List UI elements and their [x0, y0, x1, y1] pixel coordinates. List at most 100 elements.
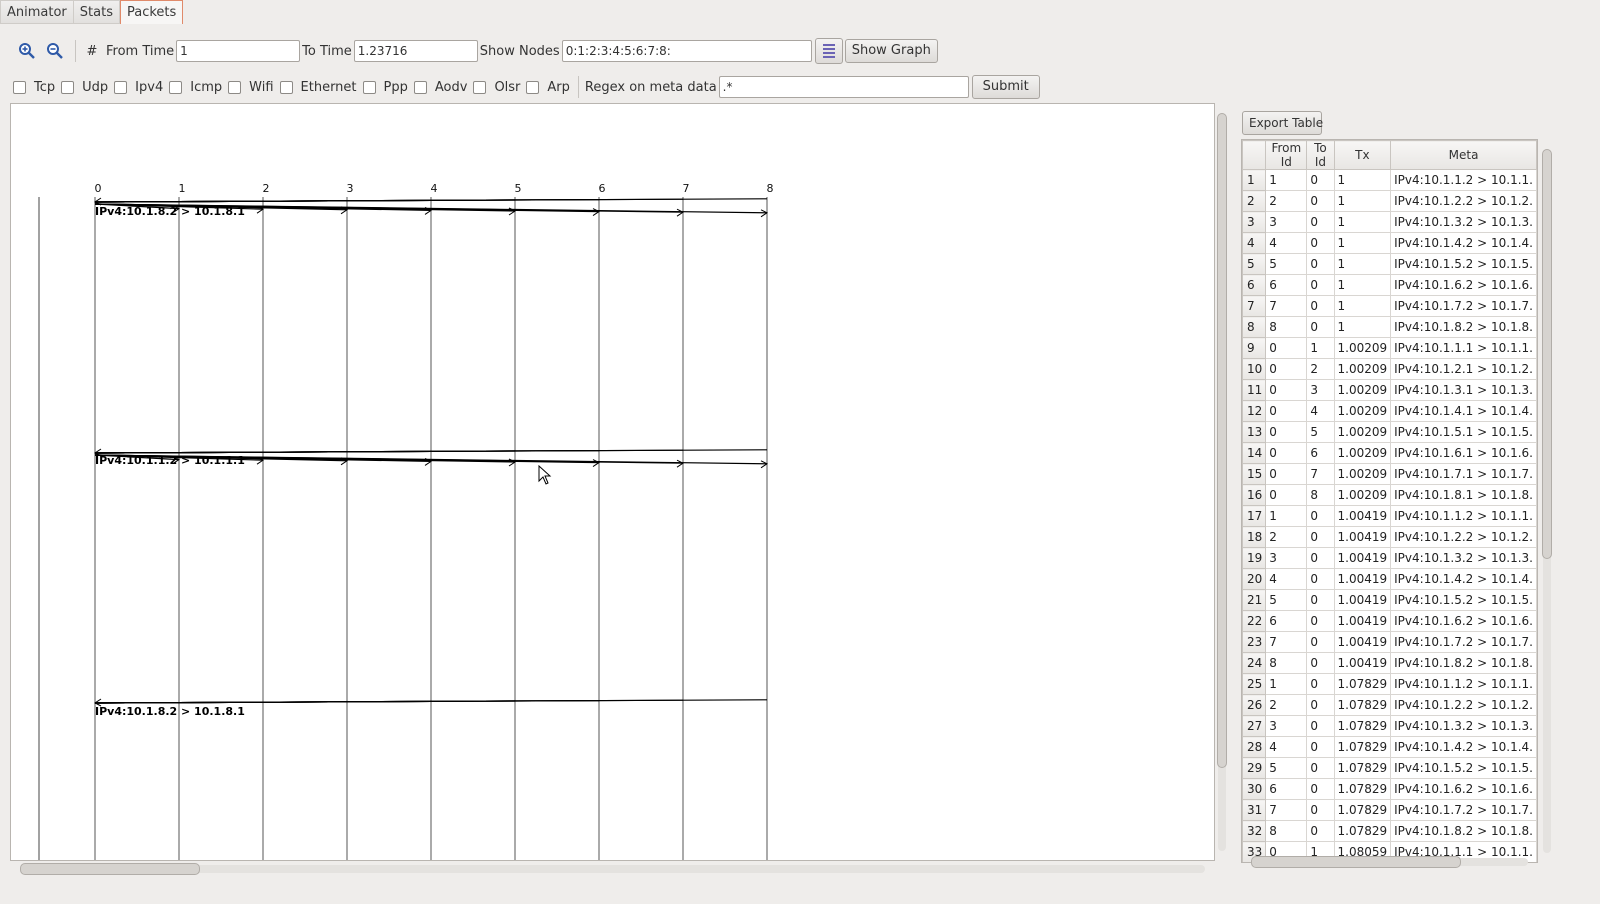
cell-tx[interactable]: 1: [1333, 316, 1392, 338]
table-row[interactable]: 11 0 3 1.00209 IPv4:10.1.3.1 > 10.1.3.: [1242, 379, 1537, 401]
cell-tx[interactable]: 1: [1333, 190, 1392, 212]
cell-tx[interactable]: 1.00209: [1333, 463, 1392, 485]
checkbox-ppp[interactable]: Ppp: [362, 80, 408, 95]
checkbox-icmp[interactable]: Icmp: [169, 80, 222, 95]
cell-meta[interactable]: IPv4:10.1.2.2 > 10.1.2.: [1390, 526, 1537, 548]
cell-to-id[interactable]: 0: [1306, 505, 1335, 527]
checkbox-box[interactable]: [362, 80, 376, 94]
table-row[interactable]: 2 2 0 1 IPv4:10.1.2.2 > 10.1.2.: [1242, 190, 1537, 212]
table-row[interactable]: 5 5 0 1 IPv4:10.1.5.2 > 10.1.5.: [1242, 253, 1537, 275]
cell-tx[interactable]: 1.07829: [1333, 694, 1392, 716]
cell-meta[interactable]: IPv4:10.1.8.2 > 10.1.8.: [1390, 652, 1537, 674]
cell-tx[interactable]: 1.00419: [1333, 589, 1392, 611]
cell-to-id[interactable]: 0: [1306, 526, 1335, 548]
table-row[interactable]: 3 3 0 1 IPv4:10.1.3.2 > 10.1.3.: [1242, 211, 1537, 233]
cell-tx[interactable]: 1.07829: [1333, 757, 1392, 779]
tab-animator[interactable]: Animator: [0, 0, 74, 24]
cell-to-id[interactable]: 3: [1306, 379, 1335, 401]
cell-meta[interactable]: IPv4:10.1.4.2 > 10.1.4.: [1390, 232, 1537, 254]
cell-meta[interactable]: IPv4:10.1.8.2 > 10.1.8.: [1390, 820, 1537, 842]
cell-tx[interactable]: 1: [1333, 274, 1392, 296]
cell-from-id[interactable]: 0: [1265, 379, 1308, 401]
checkbox-tcp[interactable]: Tcp: [13, 80, 55, 95]
table-row[interactable]: 4 4 0 1 IPv4:10.1.4.2 > 10.1.4.: [1242, 232, 1537, 254]
table-row[interactable]: 8 8 0 1 IPv4:10.1.8.2 > 10.1.8.: [1242, 316, 1537, 338]
cell-to-id[interactable]: 6: [1306, 442, 1335, 464]
cell-to-id[interactable]: 4: [1306, 400, 1335, 422]
table-row[interactable]: 13 0 5 1.00209 IPv4:10.1.5.1 > 10.1.5.: [1242, 421, 1537, 443]
cell-meta[interactable]: IPv4:10.1.7.2 > 10.1.7.: [1390, 799, 1537, 821]
cell-from-id[interactable]: 5: [1265, 757, 1308, 779]
cell-from-id[interactable]: 3: [1265, 547, 1308, 569]
cell-to-id[interactable]: 0: [1306, 715, 1335, 737]
cell-from-id[interactable]: 8: [1265, 316, 1308, 338]
packet-table[interactable]: From Id To Id Tx Meta 1 1 0 1 IPv4:10.1.1.2 …: [1241, 139, 1538, 863]
cell-tx[interactable]: 1.00209: [1333, 337, 1392, 359]
cell-meta[interactable]: IPv4:10.1.2.2 > 10.1.2.: [1390, 694, 1537, 716]
cell-from-id[interactable]: 3: [1265, 715, 1308, 737]
table-row[interactable]: 31 7 0 1.07829 IPv4:10.1.7.2 > 10.1.7.: [1242, 799, 1537, 821]
table-row[interactable]: 10 0 2 1.00209 IPv4:10.1.2.1 > 10.1.2.: [1242, 358, 1537, 380]
cell-tx[interactable]: 1.00419: [1333, 505, 1392, 527]
cell-from-id[interactable]: 1: [1265, 169, 1308, 191]
cell-from-id[interactable]: 7: [1265, 295, 1308, 317]
table-row[interactable]: 28 4 0 1.07829 IPv4:10.1.4.2 > 10.1.4.: [1242, 736, 1537, 758]
cell-tx[interactable]: 1.07829: [1333, 673, 1392, 695]
export-table-button[interactable]: Export Table: [1242, 111, 1323, 135]
cell-to-id[interactable]: 0: [1306, 589, 1335, 611]
table-row[interactable]: 25 1 0 1.07829 IPv4:10.1.1.2 > 10.1.1.: [1242, 673, 1537, 695]
tab-stats[interactable]: Stats: [73, 0, 120, 24]
cell-from-id[interactable]: 0: [1265, 442, 1308, 464]
packet-graph-canvas[interactable]: 0 1 2 3 4 5 6 7 8 IPv4:10.1.8.2 > 10.1.8.1 IPv4:10…: [10, 103, 1215, 861]
cell-tx[interactable]: 1.00209: [1333, 400, 1392, 422]
cell-from-id[interactable]: 2: [1265, 694, 1308, 716]
cell-meta[interactable]: IPv4:10.1.5.2 > 10.1.5.: [1390, 757, 1537, 779]
cell-to-id[interactable]: 0: [1306, 274, 1335, 296]
cell-meta[interactable]: IPv4:10.1.6.2 > 10.1.6.: [1390, 610, 1537, 632]
tab-packets[interactable]: Packets: [119, 0, 184, 24]
cell-tx[interactable]: 1: [1333, 295, 1392, 317]
cell-from-id[interactable]: 3: [1265, 211, 1308, 233]
graph-horizontal-scrollbar[interactable]: [10, 863, 1217, 875]
cell-meta[interactable]: IPv4:10.1.2.2 > 10.1.2.: [1390, 190, 1537, 212]
cell-meta[interactable]: IPv4:10.1.3.2 > 10.1.3.: [1390, 715, 1537, 737]
cell-to-id[interactable]: 0: [1306, 820, 1335, 842]
cell-to-id[interactable]: 7: [1306, 463, 1335, 485]
cell-from-id[interactable]: 2: [1265, 526, 1308, 548]
cell-tx[interactable]: 1: [1333, 253, 1392, 275]
cell-to-id[interactable]: 0: [1306, 211, 1335, 233]
cell-tx[interactable]: 1.00419: [1333, 547, 1392, 569]
cell-meta[interactable]: IPv4:10.1.6.2 > 10.1.6.: [1390, 778, 1537, 800]
regex-input[interactable]: [718, 76, 969, 98]
cell-meta[interactable]: IPv4:10.1.7.2 > 10.1.7.: [1390, 631, 1537, 653]
table-row[interactable]: 23 7 0 1.00419 IPv4:10.1.7.2 > 10.1.7.: [1242, 631, 1537, 653]
cell-meta[interactable]: IPv4:10.1.5.2 > 10.1.5.: [1390, 589, 1537, 611]
cell-to-id[interactable]: 0: [1306, 232, 1335, 254]
graph-horizontal-scroll-thumb[interactable]: [20, 863, 200, 875]
cell-to-id[interactable]: 0: [1306, 547, 1335, 569]
cell-meta[interactable]: IPv4:10.1.4.1 > 10.1.4.: [1390, 400, 1537, 422]
table-row[interactable]: 15 0 7 1.00209 IPv4:10.1.7.1 > 10.1.7.: [1242, 463, 1537, 485]
cell-to-id[interactable]: 0: [1306, 694, 1335, 716]
cell-to-id[interactable]: 0: [1306, 736, 1335, 758]
cell-meta[interactable]: IPv4:10.1.6.2 > 10.1.6.: [1390, 274, 1537, 296]
cell-to-id[interactable]: 0: [1306, 778, 1335, 800]
checkbox-box[interactable]: [413, 80, 427, 94]
cell-tx[interactable]: 1.07829: [1333, 715, 1392, 737]
cell-from-id[interactable]: 0: [1265, 358, 1308, 380]
cell-to-id[interactable]: 0: [1306, 568, 1335, 590]
cell-to-id[interactable]: 0: [1306, 610, 1335, 632]
cell-tx[interactable]: 1.00209: [1333, 379, 1392, 401]
table-row[interactable]: 24 8 0 1.00419 IPv4:10.1.8.2 > 10.1.8.: [1242, 652, 1537, 674]
cell-meta[interactable]: IPv4:10.1.4.2 > 10.1.4.: [1390, 736, 1537, 758]
cell-to-id[interactable]: 5: [1306, 421, 1335, 443]
cell-tx[interactable]: 1.00419: [1333, 568, 1392, 590]
cell-meta[interactable]: IPv4:10.1.3.1 > 10.1.3.: [1390, 379, 1537, 401]
checkbox-box[interactable]: [228, 80, 242, 94]
table-row[interactable]: 20 4 0 1.00419 IPv4:10.1.4.2 > 10.1.4.: [1242, 568, 1537, 590]
cell-tx[interactable]: 1.00209: [1333, 358, 1392, 380]
table-vertical-scroll-thumb[interactable]: [1542, 149, 1552, 559]
cell-to-id[interactable]: 0: [1306, 631, 1335, 653]
submit-button[interactable]: Submit: [971, 75, 1040, 99]
cell-meta[interactable]: IPv4:10.1.1.2 > 10.1.1.: [1390, 169, 1537, 191]
